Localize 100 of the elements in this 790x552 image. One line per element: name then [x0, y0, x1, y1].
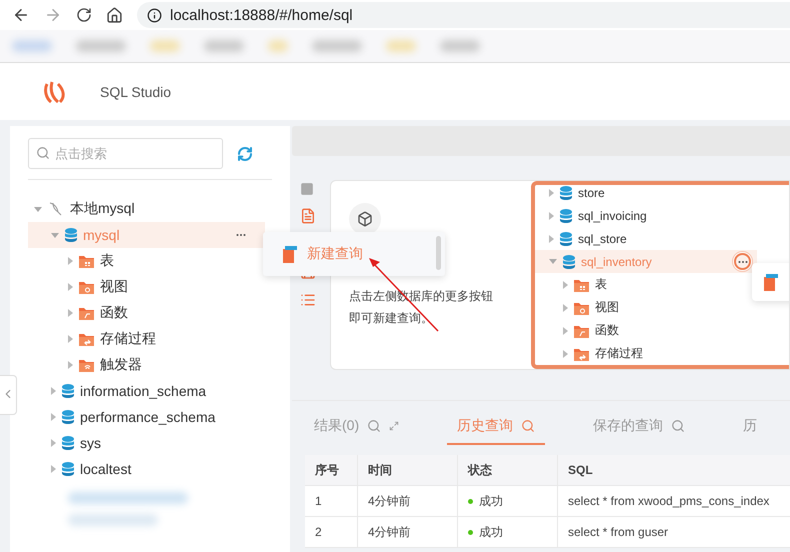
stop-button[interactable]: [300, 182, 316, 196]
more-button[interactable]: [734, 253, 751, 270]
tree-item-label: 函数: [595, 322, 619, 339]
database-icon: [62, 436, 74, 450]
expand-caret[interactable]: [549, 188, 554, 196]
tree-item[interactable]: 视图: [535, 296, 757, 319]
tree-item[interactable]: 视图: [28, 274, 265, 300]
expand-caret[interactable]: [563, 326, 568, 334]
collapse-button[interactable]: [0, 375, 17, 415]
hint-text: 即可新建查询。: [349, 310, 434, 327]
app-title: SQL Studio: [100, 84, 172, 100]
expand-caret[interactable]: [51, 413, 56, 421]
blurred-bookmark: [268, 40, 288, 52]
expand-caret[interactable]: [68, 335, 73, 343]
tree-item[interactable]: sql_invoicing: [535, 204, 757, 227]
search-icon: [521, 419, 536, 433]
expand-caret[interactable]: [51, 465, 56, 473]
reload-button[interactable]: [76, 7, 92, 23]
tree-item[interactable]: 函数: [535, 319, 757, 342]
folder-icon: [79, 358, 94, 372]
tree-item-label: store: [578, 186, 605, 200]
forward-button[interactable]: [44, 6, 62, 24]
expand-caret[interactable]: [563, 280, 568, 288]
tree-item[interactable]: 存储过程: [535, 342, 757, 365]
tree-item[interactable]: 本地mysql: [28, 196, 265, 222]
tree-item-label: 触发器: [100, 356, 142, 374]
blurred-bookmark: [150, 40, 180, 52]
search-icon: [36, 146, 50, 160]
tree-item-label: mysql: [83, 227, 120, 243]
folder-icon: [79, 306, 94, 320]
table-cell: 1: [305, 486, 358, 517]
expand-caret[interactable]: [68, 257, 73, 265]
tree-item[interactable]: store: [535, 185, 757, 204]
column-header: SQL: [558, 455, 790, 486]
expand-caret[interactable]: [563, 304, 568, 312]
tree-item-label: 函数: [100, 304, 128, 322]
folder-icon: [79, 280, 94, 294]
expand-caret[interactable]: [51, 232, 59, 238]
tree-item[interactable]: localtest: [28, 456, 265, 482]
blurred-bookmark: [12, 40, 52, 52]
expand-caret[interactable]: [51, 387, 56, 395]
table-cell: 4分钟前: [358, 517, 458, 548]
tree-item[interactable]: 函数: [28, 300, 265, 326]
database-icon: [560, 208, 572, 222]
table-cell: 4分钟前: [358, 486, 458, 517]
tree-item-label: sql_inventory: [581, 254, 652, 268]
tree-item[interactable]: 存储过程: [28, 326, 265, 352]
blurred-bookmark: [204, 40, 244, 52]
status-text: 成功: [479, 524, 503, 540]
column-header: 状态: [458, 455, 558, 486]
home-button[interactable]: [106, 6, 123, 24]
expand-caret[interactable]: [34, 206, 42, 212]
query-file-icon: [764, 274, 778, 290]
database-icon: [560, 186, 572, 200]
expand-caret[interactable]: [68, 309, 73, 317]
tree-item-label: sql_invoicing: [578, 208, 647, 222]
info-icon: [147, 8, 162, 22]
database-icon: [62, 462, 74, 476]
query-file-icon: [283, 246, 297, 262]
expand-caret[interactable]: [563, 350, 568, 358]
tree-item-label: sys: [80, 435, 101, 451]
tree-item-label: information_schema: [80, 383, 206, 399]
table-cell: 2: [305, 517, 358, 548]
expand-icon: [389, 421, 400, 431]
expand-caret[interactable]: [68, 361, 73, 369]
folder-icon: [574, 278, 589, 292]
status-text: 成功: [479, 492, 503, 510]
refresh-button[interactable]: [237, 146, 253, 162]
run-button[interactable]: [300, 208, 316, 224]
blurred-bookmark: [76, 40, 126, 52]
blurred-bookmark: [386, 40, 416, 52]
list-button[interactable]: [300, 292, 316, 308]
blurred-bookmark: [440, 40, 480, 52]
search-field[interactable]: 点击搜索: [28, 138, 223, 169]
tree-item-label: 视图: [100, 278, 128, 296]
expand-caret[interactable]: [549, 259, 557, 264]
expand-caret[interactable]: [68, 283, 73, 291]
address-bar[interactable]: localhost:18888/#/home/sql: [137, 2, 790, 28]
expand-caret[interactable]: [549, 234, 554, 242]
tree-item[interactable]: performance_schema: [28, 404, 265, 430]
database-icon: [563, 254, 575, 268]
folder-icon: [574, 324, 589, 338]
column-header: 序号: [305, 455, 358, 486]
tree-item[interactable]: information_schema: [28, 378, 265, 404]
back-button[interactable]: [12, 6, 30, 24]
table-cell: select * from xwood_pms_cons_index: [558, 486, 790, 517]
expand-caret[interactable]: [549, 212, 554, 220]
table-cell: select * from guser: [558, 517, 790, 548]
tree-item[interactable]: 表: [535, 273, 757, 296]
expand-caret[interactable]: [51, 439, 56, 447]
tree-item[interactable]: sys: [28, 430, 265, 456]
folder-icon: [574, 346, 589, 360]
tree-item-label: localtest: [80, 461, 132, 477]
tree-item-label: 视图: [595, 299, 619, 316]
tree-item[interactable]: 表: [28, 248, 265, 274]
tree-item[interactable]: sql_store: [535, 227, 757, 250]
folder-icon: [574, 300, 589, 314]
blurred-bookmark: [312, 40, 362, 52]
tree-item-label: performance_schema: [80, 409, 216, 425]
tree-item[interactable]: 触发器: [28, 352, 265, 378]
